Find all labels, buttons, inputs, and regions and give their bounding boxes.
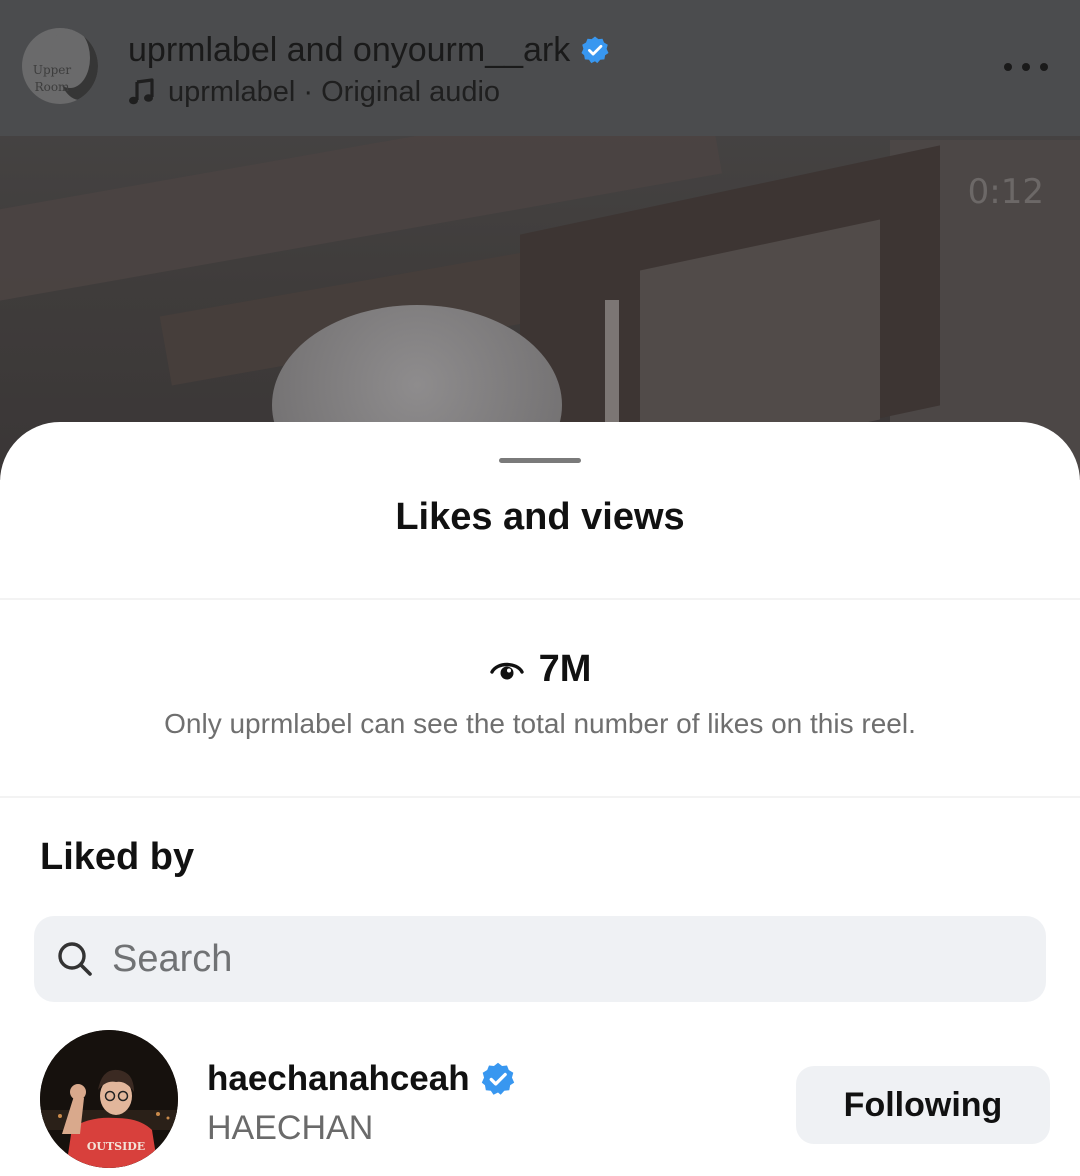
dot bbox=[1022, 63, 1030, 71]
liker-username[interactable]: haechanahceah bbox=[207, 1056, 470, 1102]
window-bar bbox=[605, 300, 619, 440]
audio-label: uprmlabel · Original audio bbox=[168, 76, 501, 108]
avatar-logo-line: Upper bbox=[32, 63, 72, 77]
audio-row[interactable]: uprmlabel · Original audio bbox=[128, 72, 500, 112]
sheet-drag-handle[interactable] bbox=[499, 458, 581, 463]
header-title-row: uprmlabel and onyourm__ark bbox=[128, 28, 610, 72]
avatar-logo-text: Upper Room bbox=[26, 62, 78, 96]
eye-icon bbox=[489, 662, 524, 680]
reel-authors[interactable]: uprmlabel and onyourm__ark bbox=[128, 28, 570, 72]
divider bbox=[0, 796, 1080, 798]
verified-badge-icon bbox=[581, 36, 609, 64]
reel-header: Upper Room uprmlabel and onyourm__ark up… bbox=[0, 0, 1080, 136]
music-note-icon bbox=[129, 78, 154, 105]
search-input[interactable] bbox=[112, 929, 1012, 989]
likes-privacy-note: Only uprmlabel can see the total number … bbox=[164, 708, 916, 739]
views-count: 7M bbox=[538, 648, 592, 690]
liker-full-name: HAECHAN bbox=[207, 1109, 374, 1147]
dot bbox=[1040, 63, 1048, 71]
shirt-text: OUTSIDE bbox=[87, 1140, 145, 1153]
likes-and-views-sheet: Likes and views 7M Only uprmlabel can se… bbox=[0, 422, 1080, 1176]
more-options-icon[interactable] bbox=[1004, 52, 1048, 82]
verified-badge-icon bbox=[481, 1062, 514, 1095]
avatar-logo-line: Room bbox=[34, 80, 70, 94]
views-row: 7M bbox=[0, 644, 1080, 694]
sheet-title: Likes and views bbox=[395, 496, 685, 538]
account-avatar[interactable]: Upper Room bbox=[22, 28, 98, 104]
following-button[interactable]: Following bbox=[796, 1066, 1050, 1144]
search-icon bbox=[58, 942, 92, 976]
divider bbox=[0, 598, 1080, 600]
liker-row[interactable]: OUTSIDE haechanahceah HAECHAN Following bbox=[0, 1028, 1080, 1176]
dot bbox=[1004, 63, 1012, 71]
liked-by-heading: Liked by bbox=[40, 836, 195, 878]
avatar-photo: OUTSIDE bbox=[40, 1030, 178, 1168]
liker-name-row: haechanahceah bbox=[207, 1056, 516, 1102]
search-bar[interactable] bbox=[34, 916, 1046, 1002]
avatar[interactable]: OUTSIDE bbox=[40, 1030, 178, 1168]
video-timer: 0:12 bbox=[967, 172, 1044, 212]
